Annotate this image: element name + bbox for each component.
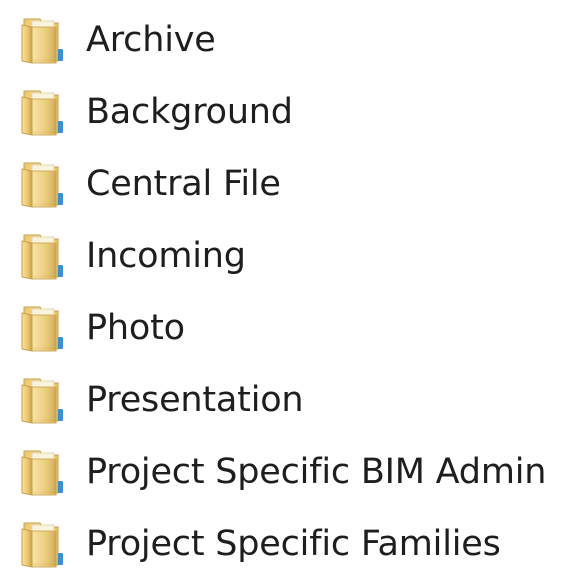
folder-label: Incoming	[86, 236, 246, 276]
folder-label: Central File	[86, 164, 281, 204]
folder-icon	[18, 447, 72, 497]
folder-list-window: { "folders": [ {"name": "Archive", "icon…	[0, 0, 587, 568]
folder-label: Photo	[86, 308, 185, 348]
folder-icon	[18, 159, 72, 209]
list-item[interactable]: Incoming	[0, 220, 587, 292]
folder-icon	[18, 519, 72, 569]
list-item[interactable]: Project Specific BIM Admin	[0, 436, 587, 508]
list-item[interactable]: Presentation	[0, 364, 587, 436]
folder-label: Archive	[86, 20, 216, 60]
folder-icon	[18, 303, 72, 353]
folder-label: Presentation	[86, 380, 304, 420]
folder-icon	[18, 375, 72, 425]
list-item[interactable]: Photo	[0, 292, 587, 364]
list-item[interactable]: Archive	[0, 4, 587, 76]
folder-label: Project Specific Families	[86, 524, 501, 564]
folder-icon	[18, 87, 72, 137]
list-item[interactable]: Central File	[0, 148, 587, 220]
list-item[interactable]: Project Specific Families	[0, 508, 587, 580]
folder-label: Project Specific BIM Admin	[86, 452, 547, 492]
folder-icon	[18, 231, 72, 281]
folder-icon	[18, 15, 72, 65]
folder-label: Background	[86, 92, 293, 132]
list-item[interactable]: Background	[0, 76, 587, 148]
